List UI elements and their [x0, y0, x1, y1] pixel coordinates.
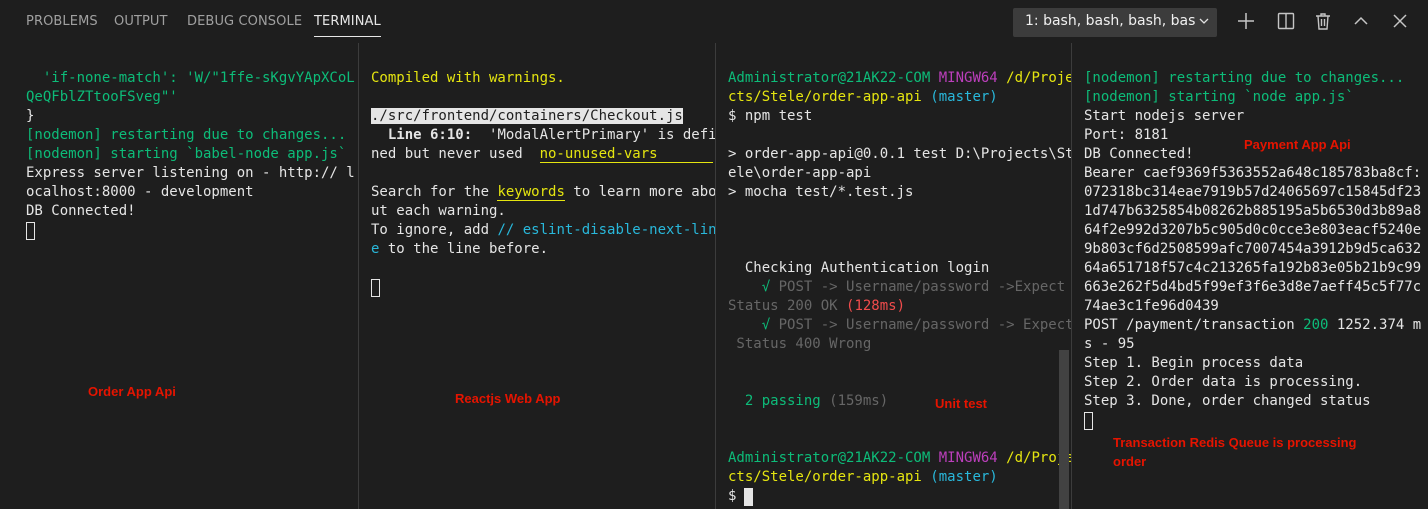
terminal-select[interactable]: 1: bash, bash, bash, bas [1013, 8, 1217, 37]
terminal-cursor [744, 488, 753, 506]
terminal-line: $ [728, 488, 745, 504]
terminal-line: Administrator@21AK22-COM MINGW64 /d/Proj… [728, 450, 1071, 466]
terminal-line: > mocha test/*.test.js [728, 184, 914, 200]
terminal-line: Start nodejs server [1084, 108, 1245, 124]
tab-debug-console[interactable]: DEBUG CONSOLE [187, 14, 302, 29]
terminal-line: 64a651718f57c4c213265fa192b83e05b21b9c99 [1084, 260, 1422, 276]
terminal-line: √ POST -> Username/password ->Expect [728, 279, 1066, 295]
close-icon[interactable] [1390, 11, 1410, 31]
split-icon[interactable] [1276, 11, 1296, 31]
annotation-label: order [1113, 454, 1147, 469]
terminal-line: Step 2. Order data is processing. [1084, 374, 1363, 390]
terminal-select-value: 1: bash, bash, bash, bas [1025, 13, 1196, 29]
terminal-line: [nodemon] starting `node app.js` [1084, 89, 1354, 105]
terminal-line: ocalhost:8000 - development [26, 184, 254, 200]
chevron-up-icon[interactable] [1351, 11, 1371, 31]
terminal-line: Port: 8181 [1084, 127, 1169, 143]
terminal-line: QeQFblZTtooFSveg"' [26, 89, 178, 105]
terminal-line: ut each warning. [371, 203, 506, 219]
terminal-line: 'if-none-match': 'W/"1ffe-sKgvYApXCoL [26, 70, 355, 86]
terminal-line: cts/Stele/order-app-api (master) [728, 469, 998, 485]
tab-terminal[interactable]: TERMINAL [314, 14, 381, 37]
terminal-line: Express server listening on - http:// l [26, 165, 355, 181]
terminal-pane-unit-test[interactable]: Administrator@21AK22-COM MINGW64 /d/Proj… [716, 43, 1071, 509]
terminal-line: DB Connected! [1084, 146, 1194, 162]
annotation-label: Unit test [935, 396, 987, 411]
terminal-line: [nodemon] restarting due to changes... [1084, 70, 1405, 86]
terminal-cursor [26, 222, 35, 240]
annotation-label: Payment App Api [1244, 137, 1351, 152]
terminal-line: POST /payment/transaction 200 1252.374 m [1084, 317, 1422, 333]
terminal-line: Step 3. Done, order changed status [1084, 393, 1371, 409]
tab-output[interactable]: OUTPUT [114, 14, 168, 29]
terminal-line: Status 400 Wrong [728, 336, 872, 352]
terminal-pane-order-api[interactable]: 'if-none-match': 'W/"1ffe-sKgvYApXCoL Qe… [0, 43, 358, 509]
terminal-line: 64f2e992d3207b5c905d0c0cce3e803eacf5240e [1084, 222, 1422, 238]
terminal-line: Status 200 OK (128ms) [728, 298, 906, 314]
terminal-line: cts/Stele/order-app-api (master) [728, 89, 998, 105]
tab-problems[interactable]: PROBLEMS [26, 14, 98, 29]
terminal-cursor [371, 279, 380, 297]
terminal-pane-web-app[interactable]: Compiled with warnings. ./src/frontend/c… [359, 43, 715, 509]
annotation-label: Reactjs Web App [455, 391, 561, 406]
terminal-line: DB Connected! [26, 203, 136, 219]
terminal-line: 1d747b6325854b08262b885195a5b6530d3b89a8 [1084, 203, 1422, 219]
plus-icon[interactable] [1236, 11, 1256, 31]
terminal-line: Administrator@21AK22-COM MINGW64 /d/Proj… [728, 70, 1071, 86]
terminal-line: e to the line before. [371, 241, 549, 257]
terminal-line: √ POST -> Username/password -> Expect [728, 317, 1071, 333]
panel-tab-bar: PROBLEMS OUTPUT DEBUG CONSOLE TERMINAL 1… [0, 0, 1428, 43]
terminal-line: Step 1. Begin process data [1084, 355, 1304, 371]
terminal-line: ./src/frontend/containers/Checkout.js [371, 108, 683, 124]
terminal-line: Checking Authentication login [728, 260, 990, 276]
terminal-line: > order-app-api@0.0.1 test D:\Projects\S… [728, 146, 1071, 162]
terminal-line: } [26, 108, 35, 124]
annotation-label: Transaction Redis Queue is processing [1113, 435, 1357, 450]
terminal-line: [nodemon] starting `babel-node app.js` [26, 146, 347, 162]
terminal-line: 9b803cf6d2508599afc7007454a3912b9d5ca632 [1084, 241, 1422, 257]
terminal-line: Search for the keywords to learn more ab… [371, 184, 715, 201]
terminal-cursor [1084, 412, 1093, 430]
terminal-line: 663e262f5d4bd5f99ef3f6e3d8e7aeff45c5f77c [1084, 279, 1422, 295]
terminal-line: Bearer caef9369f5363552a648c185783ba8cf: [1084, 165, 1422, 181]
terminal-line: [nodemon] restarting due to changes... [26, 127, 347, 143]
terminal-line: Compiled with warnings. [371, 70, 565, 86]
annotation-label: Order App Api [88, 384, 176, 399]
trash-icon[interactable] [1313, 11, 1333, 31]
terminal-line: Line 6:10: 'ModalAlertPrimary' is defi [371, 127, 715, 143]
terminal-line: To ignore, add // eslint-disable-next-li… [371, 222, 715, 238]
terminal-line: ele\order-app-api [728, 165, 872, 181]
terminal-line: 072318bc314eae7919b57d24065697c15845df23 [1084, 184, 1422, 200]
terminal-line: ned but never used no-unused-vars [371, 145, 713, 164]
terminal-line: $ npm test [728, 108, 813, 124]
terminal-line: 2 passing (159ms) [728, 393, 889, 409]
terminal-line: s - 95 [1084, 336, 1135, 352]
terminal-line: 74ae3c1fe96d0439 [1084, 298, 1219, 314]
chevron-down-icon [1199, 18, 1209, 24]
terminal-pane-payment-api[interactable]: [nodemon] restarting due to changes... [… [1072, 43, 1428, 509]
scrollbar-thumb[interactable] [1059, 350, 1069, 509]
